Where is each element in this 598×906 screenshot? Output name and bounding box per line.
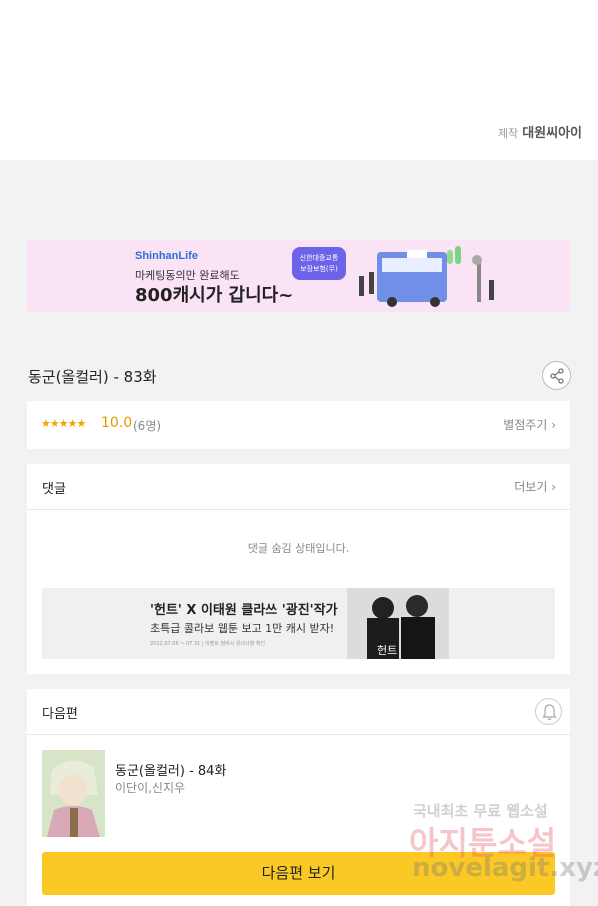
rating-voters: (6명): [133, 419, 162, 433]
comments-hidden-message: 댓글 숨김 상태입니다.: [247, 542, 350, 555]
promo-title: '헌트' X 이태원 클라쓰 '광진'작가: [150, 603, 338, 618]
promo-subtitle: 초특급 콜라보 웹툰 보고 1만 캐시 받자!: [150, 622, 335, 635]
next-episode-title[interactable]: 동군(올컬러) - 84화: [115, 760, 226, 779]
promo-logo: 헌트: [377, 644, 397, 657]
next-episode-authors: 이단이,신지우: [115, 781, 186, 795]
promo-artwork: 헌트: [347, 588, 449, 659]
promo-banner[interactable]: '헌트' X 이태원 클라쓰 '광진'작가 초특급 콜라보 웹툰 보고 1만 캐…: [42, 588, 555, 659]
notify-button[interactable]: [535, 698, 562, 725]
ad-badge: 신한대중교통 보장보험(무): [292, 247, 346, 280]
share-button[interactable]: [542, 361, 571, 390]
chevron-right-icon: ›: [551, 418, 556, 432]
comments-more-link[interactable]: 더보기 ›: [514, 478, 556, 495]
production-credit: 제작 대원씨아이: [498, 122, 582, 141]
rating-score: 10.0: [101, 415, 133, 431]
ad-badge-line1: 신한대중교통: [299, 254, 339, 262]
credit-name: 대원씨아이: [522, 126, 582, 141]
comments-more-label: 더보기: [514, 480, 548, 494]
bell-icon: [542, 704, 557, 721]
rating-bar: ★★★★★ 10.0 (6명) 별점주기 ›: [27, 401, 570, 449]
promo-fine-print: 2022.07.06 ~ 07.31 | 이벤트 참여시 유의사항 확인: [150, 641, 266, 647]
comments-section: 댓글 더보기 › 댓글 숨김 상태입니다. '헌트' X 이태원 클라쓰 '광진…: [27, 464, 570, 674]
ad-brand-logo: ShinhanLife: [135, 250, 198, 262]
comments-header: 댓글 더보기 ›: [27, 464, 570, 510]
share-icon: [550, 368, 564, 384]
bus-illustration: [359, 246, 494, 307]
rate-button[interactable]: 별점주기 ›: [503, 416, 556, 433]
rating-stars: ★★★★★: [41, 417, 86, 430]
next-episode-heading: 다음편: [42, 707, 78, 722]
thumbnail-art: [42, 750, 105, 837]
ad-text-line2: 800캐시가 갑니다~: [135, 285, 294, 306]
next-episode-thumbnail[interactable]: [42, 750, 105, 837]
rate-button-label: 별점주기: [503, 418, 548, 432]
credit-label: 제작: [497, 127, 519, 140]
comments-title: 댓글: [42, 482, 66, 497]
chevron-right-icon: ›: [551, 480, 556, 494]
ad-badge-line2: 보장보험(무): [300, 265, 338, 273]
next-episode-header: 다음편: [27, 689, 570, 735]
viewer-top-area: 제작 대원씨아이: [0, 0, 598, 160]
watermark-line3: novelagit.xyz: [412, 853, 598, 883]
episode-title: 동군(올컬러) - 83화: [28, 368, 157, 386]
ad-banner[interactable]: ShinhanLife 마케팅동의만 완료해도 800캐시가 갑니다~ 신한대중…: [27, 240, 570, 312]
